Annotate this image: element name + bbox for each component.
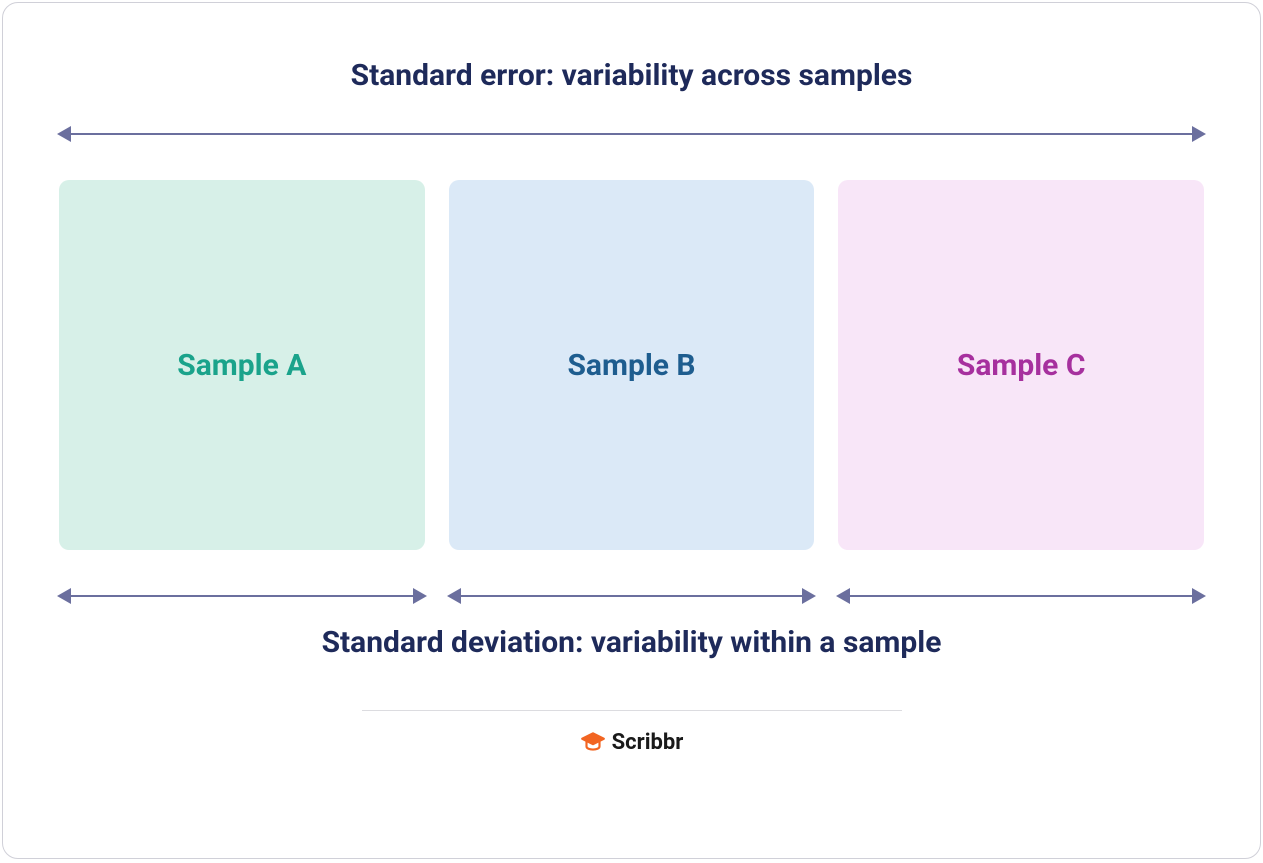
- sample-box-b: Sample B: [449, 180, 815, 550]
- sample-box-a: Sample A: [59, 180, 425, 550]
- title-standard-error: Standard error: variability across sampl…: [53, 58, 1210, 93]
- arrow-within-sample-a: [59, 595, 425, 597]
- arrow-within-sample-b: [449, 595, 815, 597]
- arrows-within-samples: [59, 595, 1204, 597]
- arrow-within-sample-c: [838, 595, 1204, 597]
- arrow-across-samples: [59, 133, 1204, 135]
- diagram-container: Standard error: variability across sampl…: [2, 2, 1261, 859]
- title-standard-deviation: Standard deviation: variability within a…: [53, 625, 1210, 660]
- graduation-cap-icon: [580, 729, 606, 755]
- sample-b-label: Sample B: [567, 348, 695, 383]
- sample-c-label: Sample C: [957, 348, 1086, 383]
- sample-a-label: Sample A: [177, 348, 306, 383]
- footer-divider: [362, 710, 902, 711]
- sample-box-c: Sample C: [838, 180, 1204, 550]
- brand-name: Scribbr: [612, 730, 684, 755]
- brand: Scribbr: [53, 729, 1210, 755]
- samples-row: Sample A Sample B Sample C: [59, 180, 1204, 550]
